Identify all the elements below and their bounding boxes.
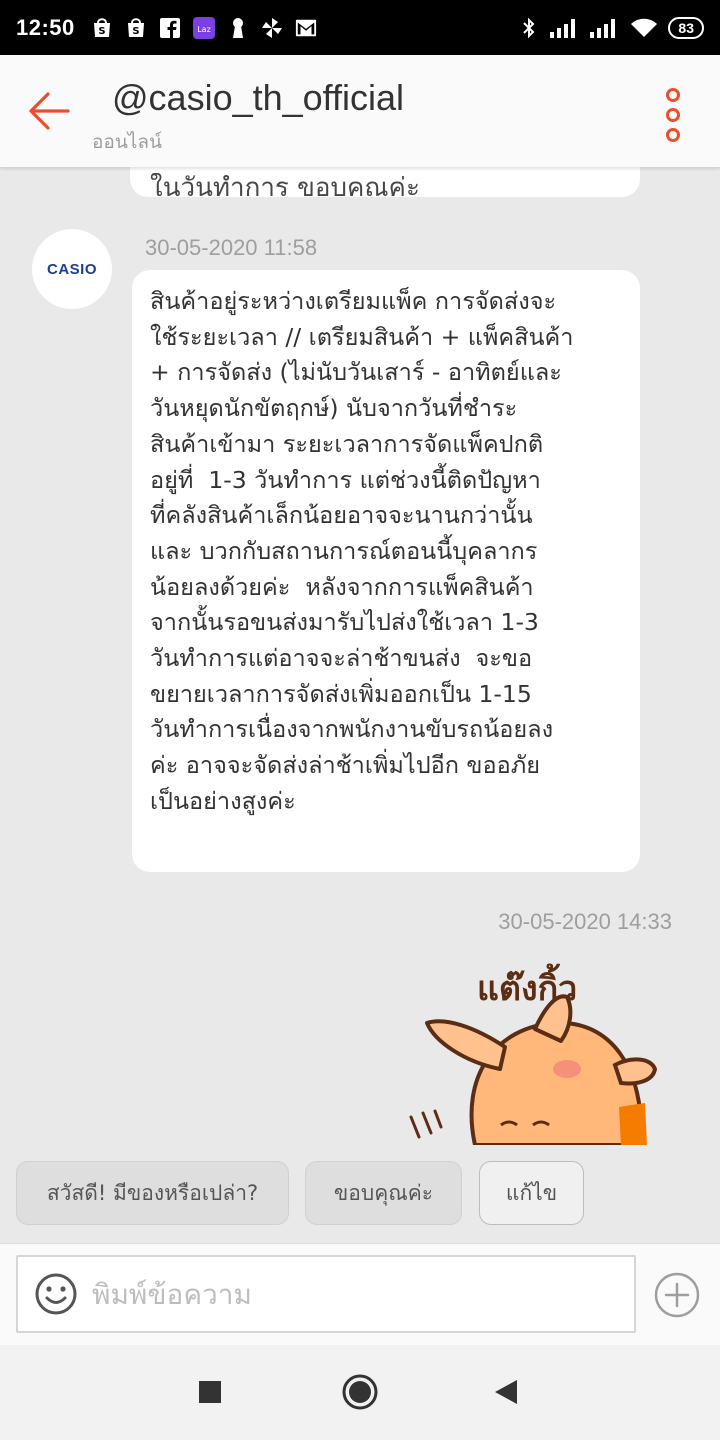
facebook-icon: [159, 17, 181, 39]
casio-logo: CASIO: [46, 260, 97, 278]
back-button[interactable]: [24, 85, 76, 137]
status-time: 12:50: [16, 14, 75, 40]
keyhole-icon: [227, 17, 249, 39]
arrow-left-icon: [29, 92, 70, 130]
wifi-icon: [630, 17, 658, 39]
signal-icon: [590, 17, 620, 39]
back-nav-button[interactable]: [483, 1369, 529, 1415]
add-attachment-button[interactable]: [654, 1272, 700, 1318]
back-icon: [495, 1380, 517, 1404]
bluetooth-icon: [518, 17, 540, 39]
svg-text:S: S: [98, 26, 105, 37]
home-button[interactable]: [337, 1369, 383, 1415]
lazada-icon: Laz: [192, 16, 215, 39]
emoji-button[interactable]: [34, 1272, 78, 1316]
quick-replies: สวัสดี! มีของหรือเปล่า? ขอบคุณค่ะ แก้ไข: [0, 1145, 720, 1243]
plus-circle-icon: [654, 1272, 700, 1318]
recents-icon: [199, 1381, 221, 1403]
shopee-icon: S: [125, 17, 147, 39]
chat-header: @casio_th_official ออนไลน์: [0, 55, 720, 167]
notification-icons: S S Laz: [91, 16, 317, 39]
previous-message-bubble: ในวันทำการ ขอบคุณค่ะ: [130, 167, 640, 197]
pinwheel-icon: [261, 17, 283, 39]
signal-icon: [550, 17, 580, 39]
message-text: สินค้าอยู่ระหว่างเตรียมแพ็ค การจัดส่งจะ …: [150, 287, 574, 815]
message-bubble[interactable]: สินค้าอยู่ระหว่างเตรียมแพ็ค การจัดส่งจะ …: [132, 270, 640, 872]
message-timestamp: 30-05-2020 11:58: [145, 235, 318, 260]
online-status: ออนไลน์: [92, 131, 162, 153]
avatar[interactable]: CASIO: [32, 229, 112, 309]
edit-quick-replies-button[interactable]: แก้ไข: [479, 1161, 584, 1225]
recents-button[interactable]: [187, 1369, 233, 1415]
home-icon: [342, 1374, 378, 1410]
message-timestamp: 30-05-2020 14:33: [498, 909, 672, 934]
svg-text:Laz: Laz: [197, 25, 211, 34]
sticker-character-icon: [409, 994, 658, 1145]
message-input[interactable]: [92, 1269, 622, 1319]
sticker[interactable]: แต๊งกิ้ว: [405, 957, 685, 1145]
quick-reply-greeting[interactable]: สวัสดี! มีของหรือเปล่า?: [16, 1161, 289, 1225]
message-input-box: [16, 1255, 636, 1333]
gmail-icon: [295, 17, 317, 39]
message-input-bar: [0, 1243, 720, 1345]
quick-reply-thanks[interactable]: ขอบคุณค่ะ: [305, 1161, 462, 1225]
more-options-button[interactable]: [656, 85, 690, 145]
svg-text:S: S: [132, 26, 139, 37]
system-icons: 83: [518, 16, 704, 39]
chat-title: @casio_th_official: [112, 77, 405, 118]
battery-icon: 83: [668, 16, 704, 39]
status-bar: 12:50 S S Laz 83: [0, 0, 720, 55]
chat-messages[interactable]: ในวันทำการ ขอบคุณค่ะ CASIO 30-05-2020 11…: [0, 167, 720, 1145]
shopee-icon: S: [91, 17, 113, 39]
system-navigation-bar: [0, 1345, 720, 1440]
more-vertical-icon: [666, 88, 680, 142]
previous-message-text: ในวันทำการ ขอบคุณค่ะ: [150, 173, 420, 197]
smiley-icon: [35, 1273, 77, 1315]
